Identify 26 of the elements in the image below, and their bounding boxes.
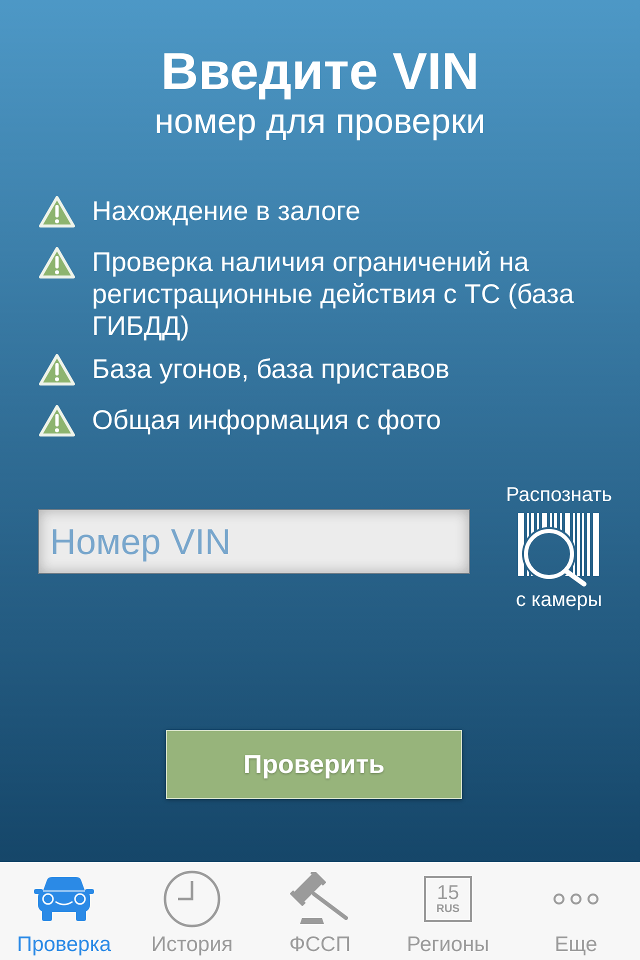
clock-icon bbox=[163, 870, 221, 928]
tab[interactable]: История bbox=[128, 862, 256, 960]
plate-region: RUS bbox=[436, 902, 460, 916]
warning-icon bbox=[38, 404, 76, 438]
feature-text: Общая информация с фото bbox=[92, 404, 442, 436]
gavel-icon bbox=[290, 872, 350, 926]
tab[interactable]: 15 RUS Регионы bbox=[384, 862, 512, 960]
scan-label: с камеры bbox=[516, 589, 602, 611]
check-button[interactable]: Проверить bbox=[166, 730, 462, 799]
car-icon bbox=[34, 876, 94, 922]
vin-input-field[interactable]: Номер VIN bbox=[38, 509, 470, 574]
feature-text: Нахождение в залоге bbox=[92, 195, 362, 227]
barcode-search-icon[interactable] bbox=[518, 513, 600, 587]
plate-number: 15 bbox=[436, 882, 460, 902]
more-icon bbox=[553, 893, 599, 905]
tab[interactable]: ФССП bbox=[256, 862, 384, 960]
warning-icon bbox=[38, 246, 76, 280]
feature-text: База угонов, база приставов bbox=[92, 353, 451, 385]
tab[interactable]: Еще bbox=[512, 862, 640, 960]
warning-icon bbox=[38, 195, 76, 229]
warning-icon bbox=[38, 353, 76, 387]
page-title: Введите VIN bbox=[160, 46, 480, 98]
scan-label: Распознать bbox=[506, 484, 612, 506]
page-subtitle: номер для проверки bbox=[154, 102, 486, 142]
tab[interactable]: Проверка bbox=[0, 862, 128, 960]
feature-text: Проверка наличия ограничений на регистрационные действия с ТС (база ГИБДД) bbox=[92, 246, 575, 342]
